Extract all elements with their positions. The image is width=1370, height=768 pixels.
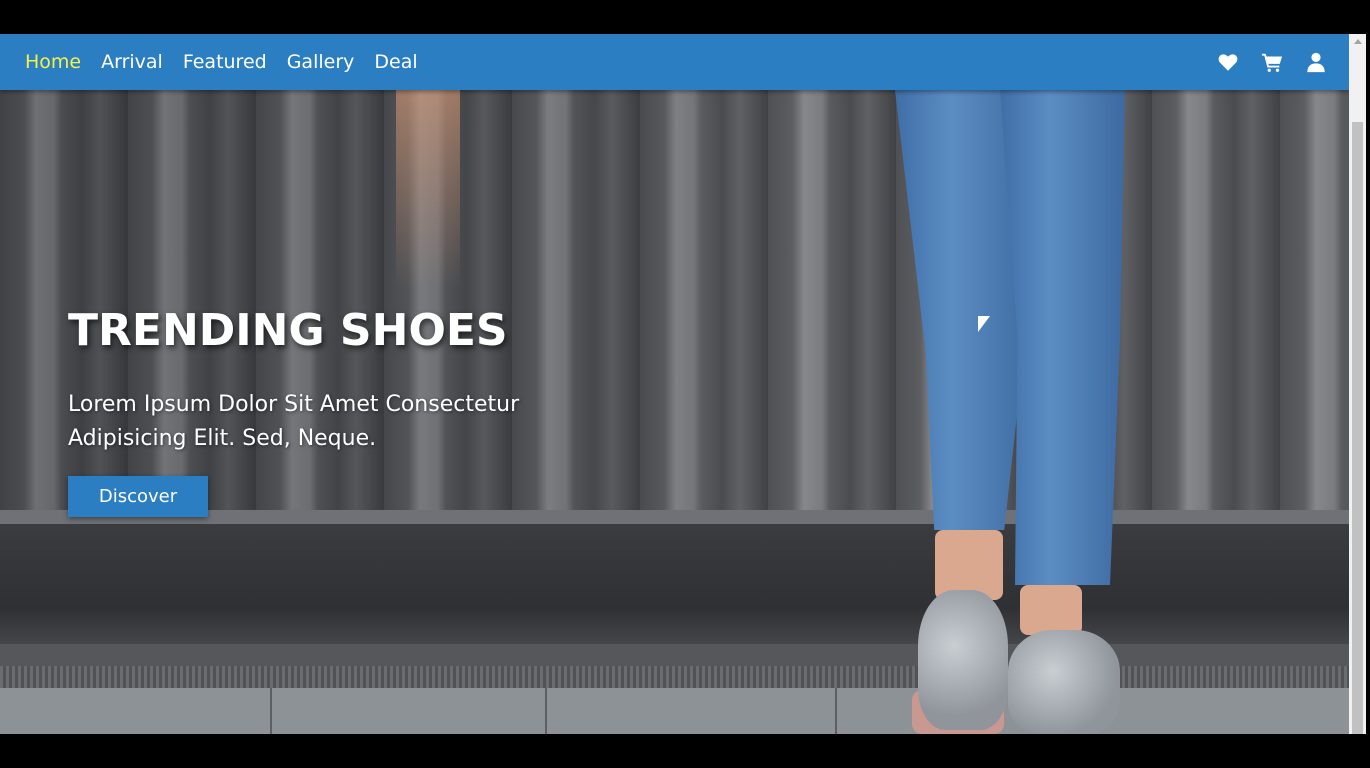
pavement-seam bbox=[545, 688, 547, 734]
discover-button[interactable]: Discover bbox=[68, 476, 208, 517]
page-scrollbar[interactable] bbox=[1349, 34, 1366, 734]
nav-icons bbox=[1217, 51, 1327, 73]
nav-links: Home Arrival Featured Gallery Deal bbox=[25, 51, 418, 73]
hero-content: TRENDING SHOES Lorem Ipsum Dolor Sit Ame… bbox=[68, 304, 628, 517]
user-icon[interactable] bbox=[1305, 51, 1327, 73]
screen-letterbox-top bbox=[0, 0, 1370, 34]
nav-link-featured[interactable]: Featured bbox=[183, 51, 267, 73]
nav-link-home[interactable]: Home bbox=[25, 51, 81, 73]
hero-wall-base bbox=[0, 524, 1349, 644]
hero-grate bbox=[0, 666, 1349, 688]
scroll-up-arrow-icon[interactable] bbox=[1354, 39, 1362, 44]
scrollbar-thumb[interactable] bbox=[1352, 122, 1363, 734]
hero-subtitle-line1: Lorem Ipsum Dolor Sit Amet Consectetur bbox=[68, 392, 520, 417]
nav-link-arrival[interactable]: Arrival bbox=[101, 51, 163, 73]
mouse-cursor-icon bbox=[978, 316, 990, 332]
nav-link-gallery[interactable]: Gallery bbox=[287, 51, 355, 73]
hero-image-right-shoe bbox=[1008, 630, 1120, 734]
hero-image-right-leg bbox=[1000, 90, 1125, 585]
pavement-seam bbox=[270, 688, 272, 734]
hero-image-left-shoe bbox=[918, 590, 1008, 730]
heart-icon[interactable] bbox=[1217, 51, 1239, 73]
navbar: Home Arrival Featured Gallery Deal bbox=[0, 34, 1349, 90]
hero-subtitle: Lorem Ipsum Dolor Sit Amet Consectetur A… bbox=[68, 388, 628, 456]
hero-section: TRENDING SHOES Lorem Ipsum Dolor Sit Ame… bbox=[0, 90, 1349, 734]
shopping-cart-icon[interactable] bbox=[1261, 51, 1283, 73]
hero-subtitle-line2: Adipisicing Elit. Sed, Neque. bbox=[68, 426, 377, 451]
hero-image-ankle bbox=[1020, 585, 1082, 635]
hero-pavement bbox=[0, 688, 1349, 734]
browser-viewport: Home Arrival Featured Gallery Deal TREND… bbox=[0, 34, 1366, 734]
nav-link-deal[interactable]: Deal bbox=[374, 51, 417, 73]
hero-title: TRENDING SHOES bbox=[68, 305, 508, 356]
screen-letterbox-bottom bbox=[0, 734, 1370, 768]
pavement-seam bbox=[835, 688, 837, 734]
hero-light-glow bbox=[396, 90, 460, 290]
